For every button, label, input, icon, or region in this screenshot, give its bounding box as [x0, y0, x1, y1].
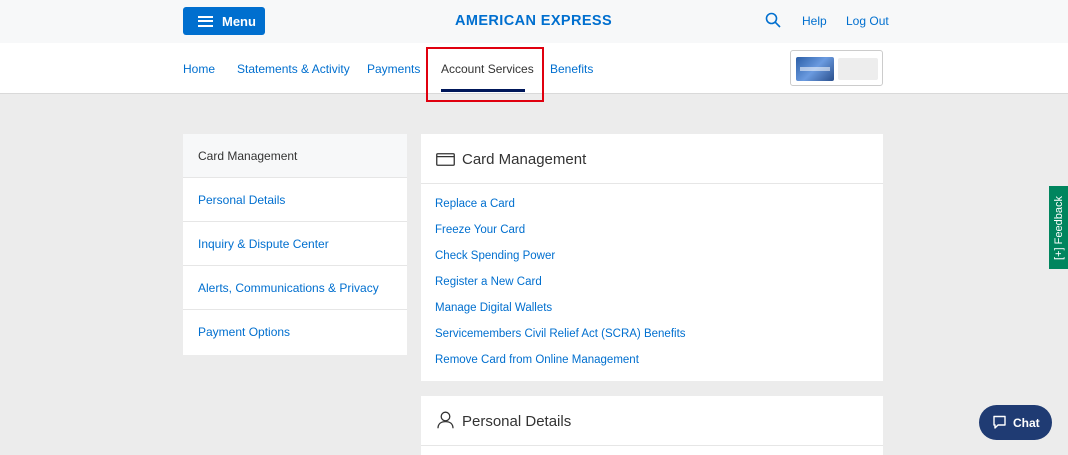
card-image — [796, 57, 834, 81]
top-header: Menu AMERICAN EXPRESS Help Log Out — [0, 0, 1068, 43]
chat-button[interactable]: Chat — [979, 405, 1052, 440]
chat-button-label: Chat — [1013, 416, 1040, 430]
feedback-tab[interactable]: [+] Feedback — [1049, 186, 1068, 269]
sidebar-item-label: Personal Details — [198, 193, 286, 207]
sidebar-item-card-management[interactable]: Card Management — [183, 134, 407, 178]
panel-title: Personal Details — [462, 413, 572, 430]
scra-benefits-link[interactable]: Servicemembers Civil Relief Act (SCRA) B… — [435, 328, 686, 340]
sidebar-item-personal-details[interactable]: Personal Details — [183, 178, 407, 222]
card-management-panel: Card Management Replace a Card Freeze Yo… — [421, 134, 883, 381]
sidebar-item-inquiry-dispute[interactable]: Inquiry & Dispute Center — [183, 222, 407, 266]
replace-card-link[interactable]: Replace a Card — [435, 198, 515, 210]
sidebar-item-label: Payment Options — [198, 325, 291, 339]
card-icon — [436, 153, 455, 166]
sidebar-item-label: Alerts, Communications & Privacy — [198, 281, 379, 295]
search-icon[interactable] — [765, 12, 781, 28]
feedback-label: [+] Feedback — [1052, 195, 1065, 260]
register-new-card-link[interactable]: Register a New Card — [435, 276, 542, 288]
sidebar-item-payment-options[interactable]: Payment Options — [183, 310, 407, 354]
panel-header: Card Management — [421, 134, 883, 184]
manage-digital-wallets-link[interactable]: Manage Digital Wallets — [435, 302, 552, 314]
menu-button[interactable]: Menu — [183, 7, 265, 35]
card-number-masked — [838, 58, 878, 80]
panel-header: Personal Details — [421, 396, 883, 446]
help-link[interactable]: Help — [802, 14, 827, 28]
nav-payments[interactable]: Payments — [367, 62, 420, 76]
nav-statements-activity[interactable]: Statements & Activity — [237, 62, 350, 76]
chat-bubble-icon — [993, 415, 1006, 429]
check-spending-power-link[interactable]: Check Spending Power — [435, 250, 555, 262]
personal-details-panel: Personal Details — [421, 396, 883, 455]
remove-card-link[interactable]: Remove Card from Online Management — [435, 354, 639, 366]
active-tab-indicator — [441, 89, 525, 92]
hamburger-icon — [198, 15, 213, 27]
person-icon — [437, 411, 454, 429]
freeze-card-link[interactable]: Freeze Your Card — [435, 224, 525, 236]
nav-home[interactable]: Home — [183, 62, 215, 76]
nav-account-services[interactable]: Account Services — [441, 62, 534, 76]
panel-title: Card Management — [462, 151, 587, 168]
sidebar-item-label: Card Management — [198, 149, 298, 163]
sidebar: Card Management Personal Details Inquiry… — [183, 134, 407, 355]
nav-benefits[interactable]: Benefits — [550, 62, 593, 76]
card-selector[interactable] — [790, 50, 883, 86]
logout-link[interactable]: Log Out — [846, 14, 889, 28]
sidebar-item-alerts-privacy[interactable]: Alerts, Communications & Privacy — [183, 266, 407, 310]
menu-button-label: Menu — [222, 13, 256, 29]
sidebar-item-label: Inquiry & Dispute Center — [198, 237, 329, 251]
brand-logo[interactable]: AMERICAN EXPRESS — [455, 13, 612, 29]
main-nav: Home Statements & Activity Payments Acco… — [0, 43, 1068, 94]
